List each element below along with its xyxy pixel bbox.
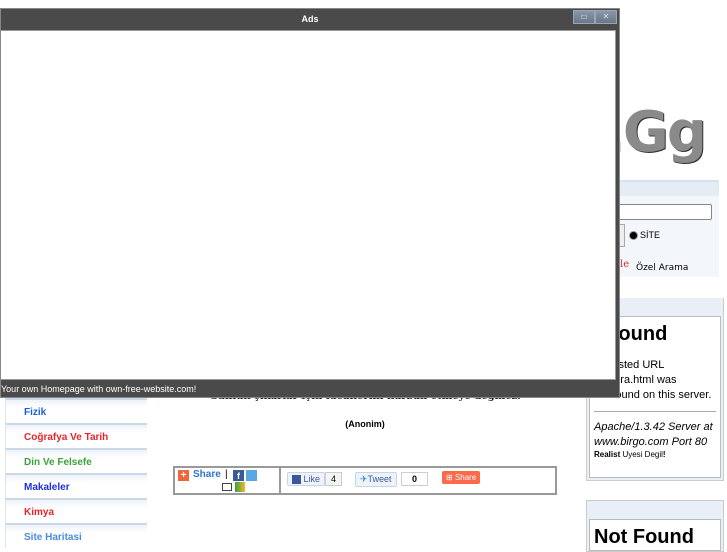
- like-label: Like: [303, 474, 321, 484]
- tweet-label: Tweet: [367, 474, 392, 484]
- ad-content-area[interactable]: [1, 30, 616, 380]
- nav-item-makaleler[interactable]: Makaleler: [5, 473, 147, 498]
- nav-item-site-haritasi[interactable]: Site Haritasi: [5, 523, 147, 548]
- uyesi-label: Uyesi Degil: [620, 450, 663, 459]
- twitter-icon[interactable]: [246, 470, 257, 481]
- facebook-icon[interactable]: f: [233, 470, 244, 481]
- share-button[interactable]: ⊞ Share: [442, 471, 481, 484]
- plus-icon[interactable]: +: [178, 470, 189, 481]
- nav-item-kimya[interactable]: Kimya: [5, 498, 147, 523]
- print-icon[interactable]: [222, 483, 232, 491]
- divider: |: [225, 469, 228, 480]
- nav-label[interactable]: Kimya: [24, 507, 54, 518]
- facebook-icon: [292, 475, 301, 485]
- nav-item-din[interactable]: Din Ve Felsefe: [5, 448, 147, 473]
- not-found-panel-2: Not Found: [586, 500, 724, 552]
- google-bookmark-icon[interactable]: [235, 482, 245, 492]
- twitter-bird-icon: ✈: [360, 474, 368, 484]
- popup-title: Ads: [301, 14, 319, 24]
- share-link[interactable]: Share: [193, 469, 221, 480]
- ozel-arama-label: Özel Arama: [636, 263, 689, 273]
- site-radio[interactable]: [629, 231, 638, 240]
- nav-label[interactable]: Fizik: [24, 407, 46, 418]
- google-logo-partial: le: [620, 259, 630, 270]
- nav-item-cografya[interactable]: Coğrafya Ve Tarih: [5, 423, 147, 448]
- nav-label[interactable]: Makaleler: [24, 482, 70, 493]
- share-label: Share: [454, 473, 477, 482]
- realist-label: Realist: [594, 450, 621, 459]
- excl: !: [662, 450, 666, 459]
- maximize-button[interactable]: ▭: [573, 10, 595, 24]
- ads-popup: Ads ▭ ✕ Your own Homepage with own-free-…: [0, 8, 620, 398]
- tweet-count: 0: [401, 472, 429, 486]
- like-count: 4: [325, 472, 343, 486]
- nav-label[interactable]: Site Haritasi: [24, 532, 82, 543]
- nav-item-fizik[interactable]: Fizik: [5, 398, 147, 423]
- facebook-like-button[interactable]: Like: [287, 472, 326, 487]
- sidebar-nav: Fizik Coğrafya Ve Tarih Din Ve Felsefe M…: [5, 398, 147, 548]
- nav-label[interactable]: Coğrafya Ve Tarih: [24, 432, 108, 443]
- quote-author: (Anonim): [345, 419, 385, 429]
- server-signature: www.birgo.com Port 80: [594, 436, 708, 448]
- popup-footer-link[interactable]: Your own Homepage with own-free-website.…: [1, 381, 615, 397]
- share-bar: + Share | f Like 4 ✈Tweet 0 ⊞ Share: [173, 466, 557, 495]
- server-signature: Apache/1.3.42 Server at: [594, 421, 713, 433]
- nav-label[interactable]: Din Ve Felsefe: [24, 457, 92, 468]
- tweet-button[interactable]: ✈Tweet: [355, 472, 397, 487]
- close-button[interactable]: ✕: [595, 10, 617, 24]
- site-radio-label: SİTE: [640, 230, 661, 240]
- not-found-title: Not Found: [594, 526, 694, 548]
